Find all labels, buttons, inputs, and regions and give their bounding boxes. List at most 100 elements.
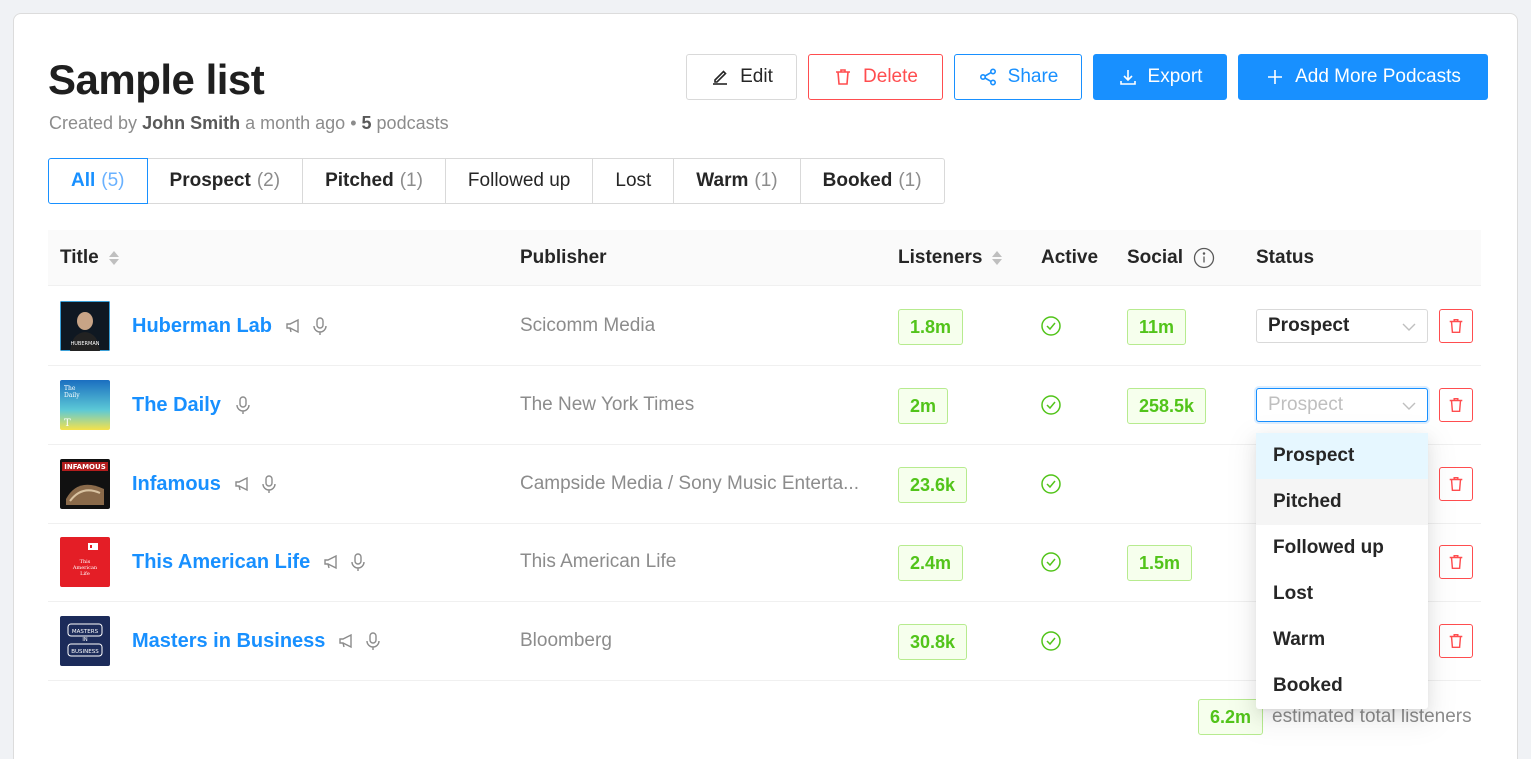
podcast-title-link[interactable]: Infamous [132, 445, 279, 523]
export-button[interactable]: Export [1093, 54, 1227, 100]
add-more-podcasts-button[interactable]: Add More Podcasts [1238, 54, 1488, 100]
trash-icon [1449, 397, 1463, 413]
add-label: Add More Podcasts [1295, 66, 1461, 87]
edit-icon [713, 70, 728, 85]
tab-label: Prospect [169, 170, 251, 191]
column-active: Active [1041, 230, 1098, 286]
megaphone-icon [324, 554, 337, 570]
export-label: Export [1147, 66, 1203, 87]
delete-button[interactable]: Delete [808, 54, 943, 100]
check-circle-icon [1041, 316, 1061, 336]
tab-label: Followed up [467, 170, 571, 191]
meta-bullet: • [350, 113, 357, 133]
podcast-title-link[interactable]: Masters in Business [132, 602, 383, 680]
status-option-pitched[interactable]: Pitched [1256, 479, 1428, 525]
remove-row-button[interactable] [1439, 545, 1473, 579]
info-icon[interactable] [1193, 247, 1215, 269]
tab-pitched[interactable]: Pitched (1) [302, 158, 446, 204]
trash-icon [836, 69, 851, 85]
status-value: Prospect [1268, 394, 1343, 415]
trash-icon [1449, 554, 1463, 570]
list-meta: Created by John Smith a month ago • 5 po… [49, 113, 449, 134]
podcast-title: Huberman Lab [132, 314, 273, 337]
author-name: John Smith [142, 113, 241, 133]
created-time: a month ago [245, 113, 346, 133]
table-row: HUBERMAN Huberman Lab Scicomm Media 1.8m… [48, 287, 1481, 366]
remove-row-button[interactable] [1439, 624, 1473, 658]
svg-text:BUSINESS: BUSINESS [71, 649, 99, 655]
status-select[interactable]: Prospect [1256, 309, 1428, 343]
svg-text:Life: Life [80, 571, 90, 577]
column-title-label: Title [60, 247, 99, 268]
column-social: Social [1127, 230, 1215, 286]
trash-icon [1449, 476, 1463, 492]
publisher-name: Scicomm Media [520, 315, 656, 336]
column-title[interactable]: Title [60, 230, 119, 286]
podcast-title-link[interactable]: This American Life [132, 523, 368, 601]
column-status: Status [1256, 230, 1314, 286]
podcast-title-link[interactable]: Huberman Lab [132, 287, 330, 365]
check-circle-icon [1041, 474, 1061, 494]
status-value: Prospect [1268, 315, 1350, 336]
tab-count: (1) [754, 170, 778, 191]
share-button[interactable]: Share [954, 54, 1082, 100]
edit-button[interactable]: Edit [686, 54, 797, 100]
tab-prospect[interactable]: Prospect (2) [146, 158, 304, 204]
trash-icon [1449, 318, 1463, 334]
status-option-warm[interactable]: Warm [1256, 617, 1428, 663]
megaphone-icon [235, 476, 248, 492]
check-circle-icon [1041, 631, 1061, 651]
status-option-prospect[interactable]: Prospect [1256, 433, 1428, 479]
column-listeners-label: Listeners [898, 247, 983, 268]
tab-followed-up[interactable]: Followed up [444, 158, 594, 204]
tab-label: All [71, 170, 96, 191]
podcast-count: 5 [361, 113, 372, 133]
microphone-icon [262, 475, 276, 493]
sort-icon [992, 251, 1003, 265]
tab-warm[interactable]: Warm (1) [673, 158, 801, 204]
tab-count: (5) [101, 170, 125, 191]
podcast-title: Infamous [132, 472, 221, 495]
table-header: Title Publisher Listeners Active Social … [48, 230, 1481, 286]
listeners-badge: 23.6k [898, 467, 968, 503]
tab-all[interactable]: All (5) [48, 158, 148, 204]
listeners-badge: 2.4m [898, 545, 964, 581]
status-option-followed-up[interactable]: Followed up [1256, 525, 1428, 571]
check-circle-icon [1041, 552, 1061, 572]
remove-row-button[interactable] [1439, 388, 1473, 422]
listeners-badge: 1.8m [898, 309, 964, 345]
podcast-title-link[interactable]: The Daily [132, 366, 253, 444]
podcast-title: The Daily [132, 393, 221, 416]
total-listeners-badge: 6.2m [1198, 699, 1264, 735]
megaphone-icon [286, 318, 299, 334]
column-publisher-label: Publisher [520, 247, 607, 268]
social-badge: 258.5k [1127, 388, 1207, 424]
column-status-label: Status [1256, 247, 1315, 268]
tab-count: (2) [256, 170, 281, 191]
podcast-title: Masters in Business [132, 629, 326, 652]
microphone-icon [366, 632, 381, 650]
column-social-label: Social [1127, 247, 1183, 268]
download-icon [1119, 70, 1136, 85]
microphone-icon [351, 553, 365, 571]
remove-row-button[interactable] [1439, 467, 1473, 501]
tab-label: Warm [696, 170, 749, 191]
svg-text:HUBERMAN: HUBERMAN [71, 341, 100, 347]
status-option-lost[interactable]: Lost [1256, 571, 1428, 617]
status-option-booked[interactable]: Booked [1256, 663, 1428, 709]
social-badge: 11m [1127, 309, 1187, 345]
share-label: Share [1007, 66, 1059, 87]
remove-row-button[interactable] [1439, 309, 1473, 343]
column-listeners[interactable]: Listeners [898, 230, 1003, 286]
status-select[interactable]: Prospect [1256, 388, 1428, 422]
plus-icon [1268, 70, 1283, 84]
tab-lost[interactable]: Lost [592, 158, 675, 204]
listeners-badge: 2m [898, 388, 949, 424]
tab-label: Pitched [325, 170, 394, 191]
tab-label: Lost [615, 170, 652, 191]
tab-booked[interactable]: Booked (1) [799, 158, 945, 204]
tab-count: (1) [898, 170, 922, 191]
podcast-cover: The Daily T [60, 380, 110, 430]
column-active-label: Active [1041, 247, 1099, 268]
social-badge: 1.5m [1127, 545, 1193, 581]
